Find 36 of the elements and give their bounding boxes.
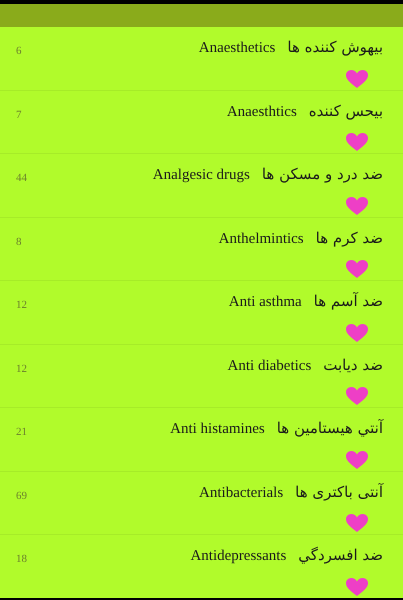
english-title: Analgesic drugs (152, 166, 250, 185)
item-count: 8 (16, 234, 22, 250)
persian-title: ضد آسم ها (314, 291, 383, 312)
english-title: Anti asthma (228, 293, 302, 312)
english-title: Anti histamines (170, 420, 265, 439)
heart-icon[interactable] (345, 450, 369, 470)
english-title: Anaesthtics (226, 102, 297, 122)
heart-icon[interactable] (345, 386, 369, 406)
item-count: 6 (16, 44, 22, 59)
persian-title: بیحس کننده (308, 100, 383, 122)
persian-title: آنتی باکتری ها (295, 482, 383, 503)
item-count: 21 (16, 425, 27, 440)
heart-icon[interactable] (345, 576, 369, 596)
item-count: 69 (16, 488, 27, 504)
heart-icon[interactable] (345, 259, 369, 279)
heart-icon[interactable] (345, 322, 369, 342)
english-title: Antibacterials (199, 484, 284, 502)
persian-title: ضد کرم ها (316, 228, 383, 249)
item-count: 7 (16, 108, 22, 122)
heart-icon[interactable] (345, 513, 369, 533)
english-title: Anti diabetics (228, 356, 312, 376)
persian-title: ضد درد و مسکن ها (262, 164, 383, 185)
item-count: 18 (16, 552, 27, 567)
heart-icon[interactable] (345, 68, 369, 88)
persian-title: بیهوش کننده ها (287, 37, 383, 58)
heart-icon[interactable] (345, 196, 369, 216)
persian-title: ضد افسردگي (298, 545, 383, 566)
persian-title: ضد دیابت (323, 354, 383, 376)
english-title: Anaesthetics (198, 39, 276, 58)
item-count: 12 (16, 362, 27, 376)
english-title: Antidepressants (190, 547, 286, 566)
item-count: 12 (16, 298, 27, 313)
english-title: Anthelmintics (218, 230, 304, 248)
persian-title: آنتي هيستامين ها (276, 418, 383, 439)
heart-icon[interactable] (345, 132, 369, 152)
item-count: 44 (16, 171, 27, 186)
